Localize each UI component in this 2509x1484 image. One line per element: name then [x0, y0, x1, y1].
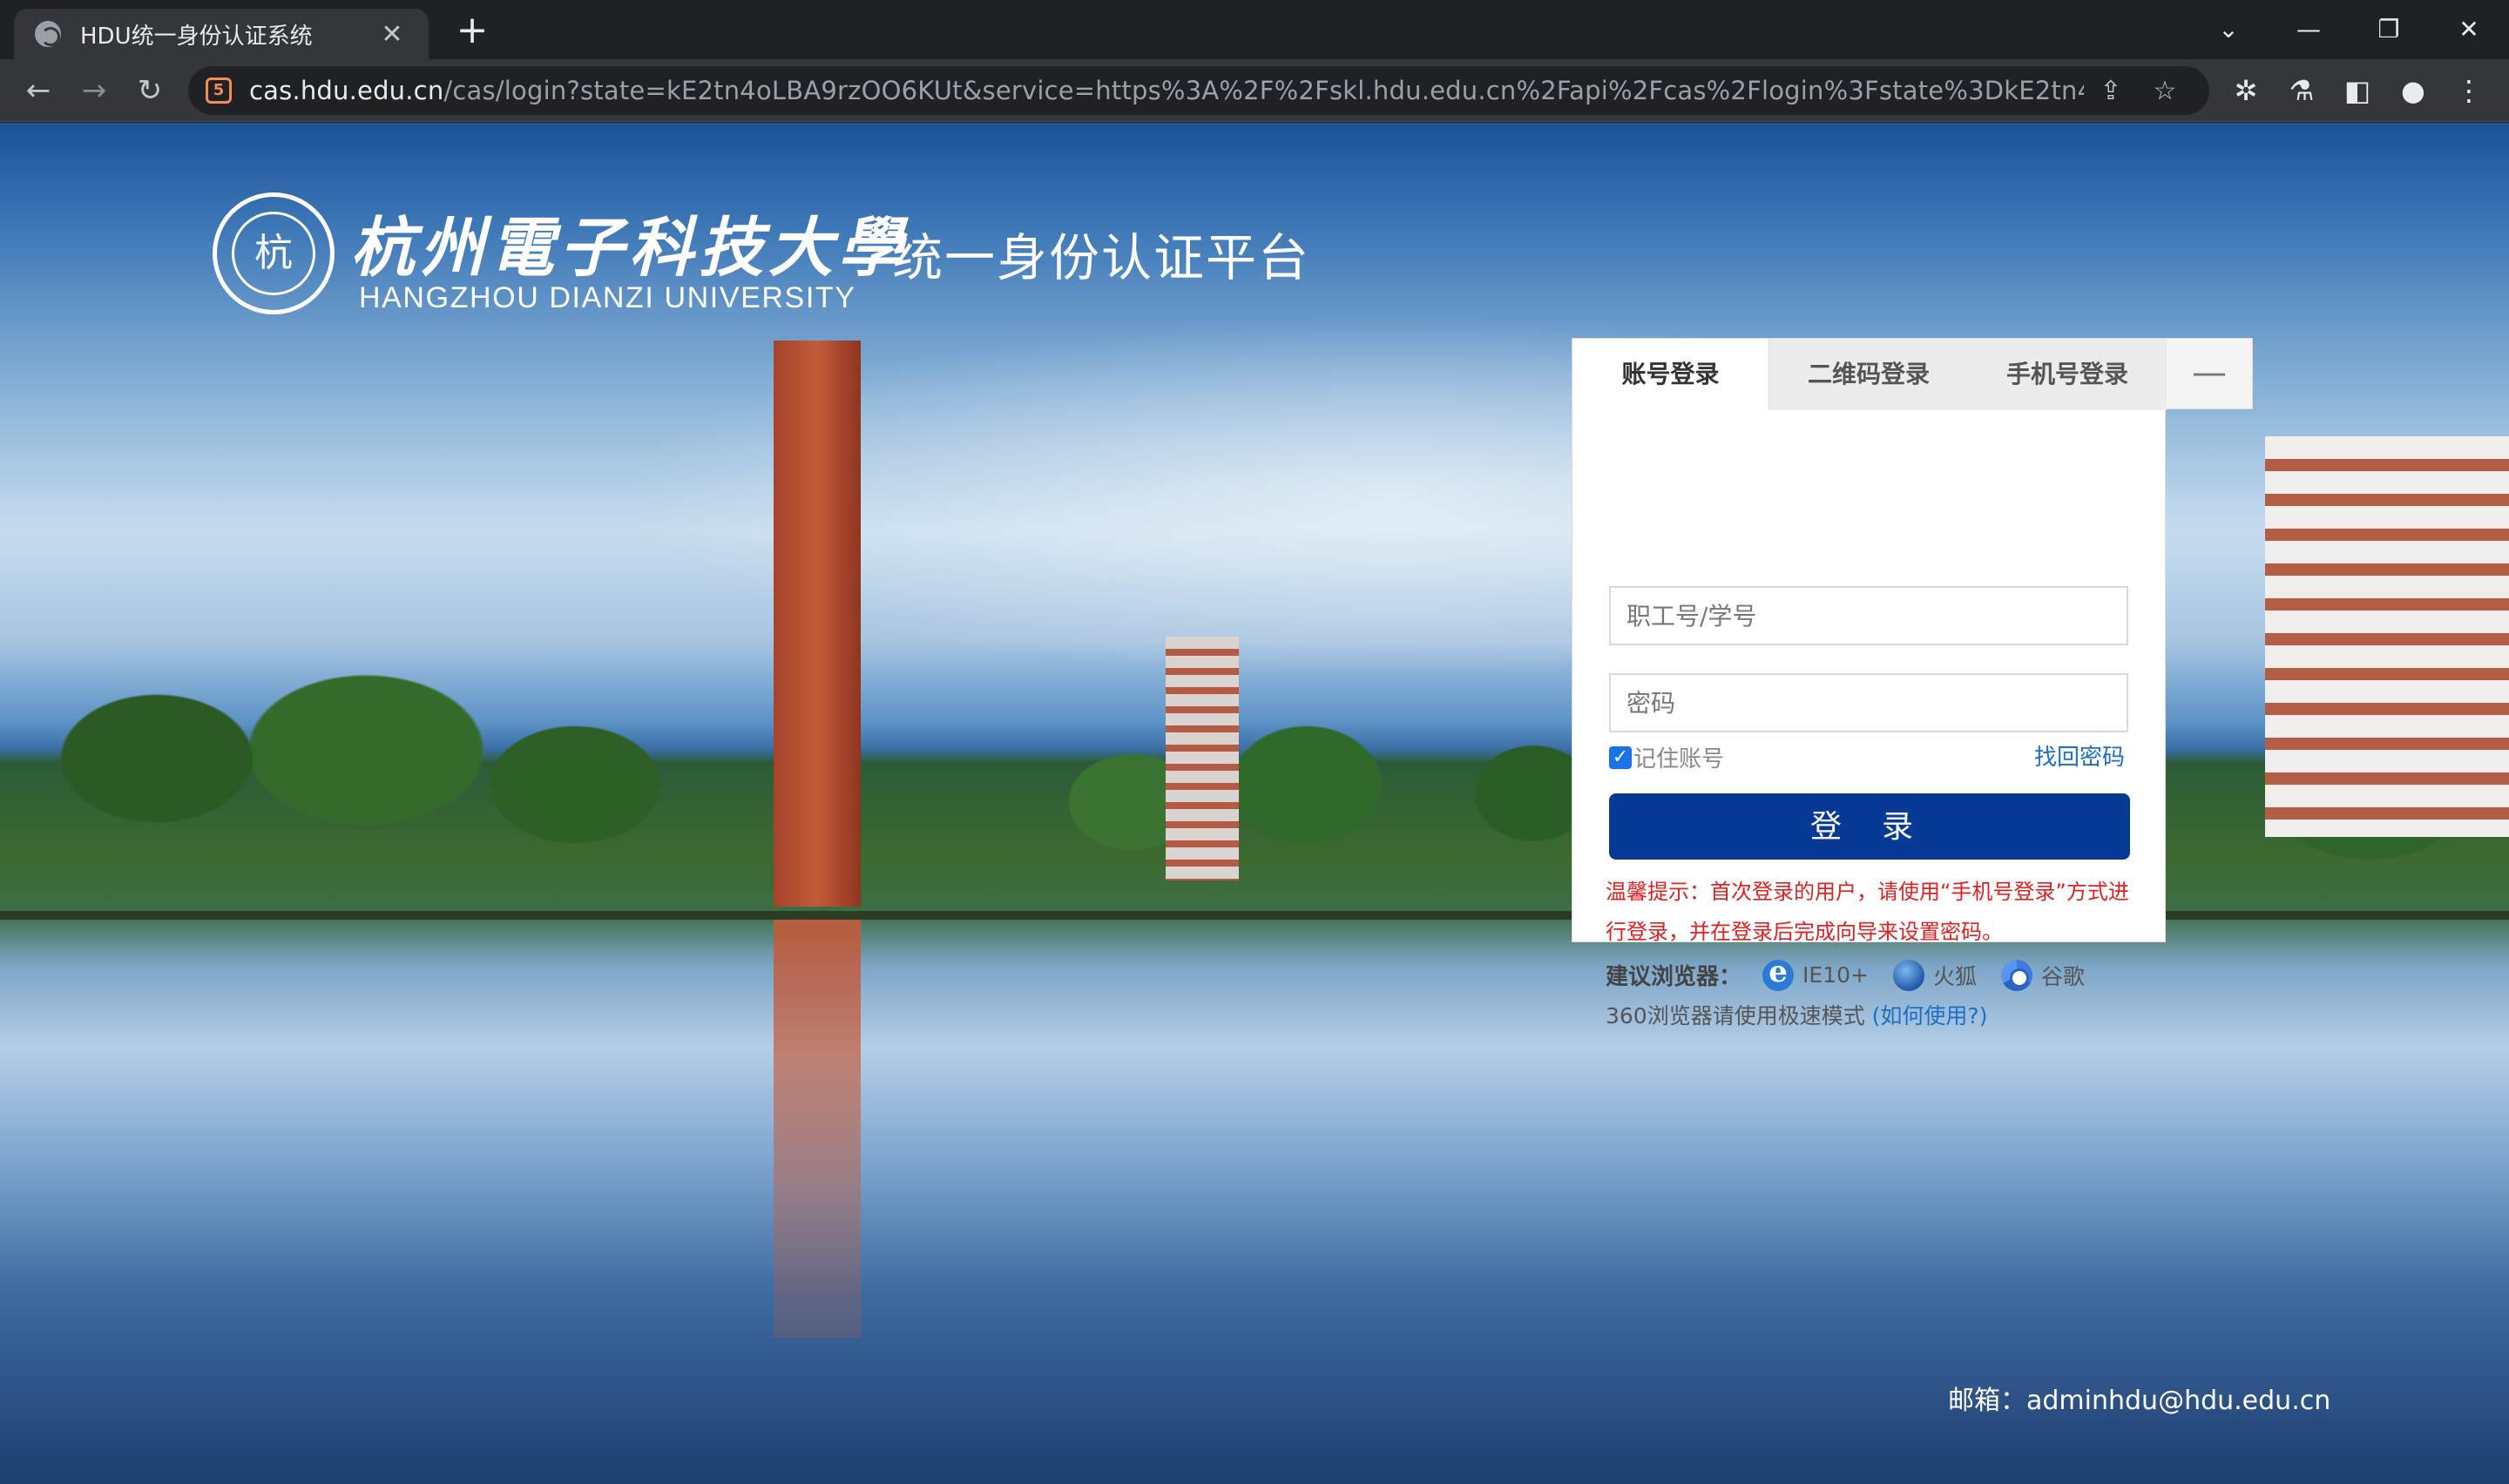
restore-button[interactable]: ❐ [2354, 5, 2424, 54]
browser-chrome: 谷歌 [2040, 963, 2085, 989]
seal-center: 杭 [232, 212, 315, 295]
campus-building [1166, 637, 1239, 880]
forward-button[interactable]: → [71, 68, 117, 113]
tab-account-login[interactable]: 账号登录 [1572, 339, 1769, 410]
hint-360-text: 360浏览器请使用极速模式 [1606, 1003, 1872, 1029]
remember-account[interactable]: ✓ 记住账号 [1609, 741, 1724, 773]
globe-icon [35, 21, 61, 47]
puzzle-icon[interactable]: ✲ [2220, 68, 2272, 113]
university-name-cn: 杭州電子科技大學 [350, 211, 908, 286]
browser-ie: IE10+ [1802, 962, 1869, 988]
browser-tab[interactable]: HDU统一身份认证系统 ✕ [14, 9, 429, 59]
tab-search-chevron-icon[interactable]: ⌄ [2194, 5, 2263, 54]
contact-email: 邮箱：adminhdu@hdu.edu.cn [1948, 1386, 2331, 1416]
remember-checkbox[interactable]: ✓ [1609, 745, 1632, 769]
ie-icon [1762, 954, 1795, 991]
reload-button[interactable]: ↻ [127, 68, 172, 113]
back-button[interactable]: ← [16, 68, 61, 113]
platform-title: 统一身份认证平台 [892, 228, 1311, 287]
remember-label: 记住账号 [1633, 746, 1725, 772]
forgot-password-link[interactable]: 找回密码 [2034, 739, 2125, 772]
login-notice: 温馨提示：首次登录的用户，请使用“手机号登录”方式进行登录，并在登录后完成向导来… [1606, 880, 2129, 944]
campus-building-right [2265, 436, 2509, 837]
login-card: 账号登录 二维码登录 手机号登录 ✓ 记住账号 找回密码 登 录 温馨提示：首次… [1572, 338, 2167, 1029]
star-icon[interactable]: ☆ [2138, 76, 2192, 106]
menu-icon[interactable]: ⋮ [2443, 68, 2495, 113]
browser-toolbar: ← → ↻ 5 cas.hdu.edu.cn/cas/login?state=k… [0, 59, 2509, 122]
site-info-icon[interactable]: 5 [206, 78, 232, 104]
chrome-icon [2000, 959, 2032, 991]
hint-360: 360浏览器请使用极速模式 (如何使用?) [1606, 999, 1987, 1030]
share-icon[interactable]: ⇪ [2084, 76, 2138, 106]
how-to-use-link[interactable]: (如何使用?) [1872, 1003, 1988, 1029]
campus-tower [774, 341, 861, 907]
login-button[interactable]: 登 录 [1609, 793, 2130, 860]
minimize-button[interactable]: — [2274, 5, 2343, 54]
flask-icon[interactable]: ⚗ [2276, 68, 2328, 113]
tab-phone-login[interactable]: 手机号登录 [1968, 339, 2167, 410]
sidepanel-icon[interactable]: ◧ [2331, 68, 2384, 113]
tab-strip: HDU统一身份认证系统 ✕ + ⌄ — ❐ ✕ [0, 0, 2509, 59]
profile-icon[interactable]: ● [2387, 68, 2439, 113]
address-bar[interactable]: 5 cas.hdu.edu.cn/cas/login?state=kE2tn4o… [188, 66, 2209, 115]
firefox-icon [1892, 959, 1924, 991]
tower-reflection [774, 920, 861, 1338]
university-name-en: HANGZHOU DIANZI UNIVERSITY [359, 281, 856, 314]
university-seal-logo: 杭 [213, 192, 335, 314]
url-host: cas.hdu.edu.cn [249, 76, 444, 105]
tab-title: HDU统一身份认证系统 [80, 23, 313, 50]
browsers-label: 建议浏览器： [1606, 964, 1742, 990]
tab-qrcode-login[interactable]: 二维码登录 [1769, 339, 1968, 410]
tab-close-icon[interactable]: ✕ [376, 19, 408, 50]
password-input[interactable] [1609, 673, 2128, 732]
username-input[interactable] [1609, 586, 2128, 645]
url-path: /cas/login?state=kE2tn4oLBA9rzOO6KUt&ser… [443, 76, 2084, 105]
login-tabs: 账号登录 二维码登录 手机号登录 [1572, 339, 2167, 410]
new-tab-button[interactable]: + [450, 9, 495, 54]
collapse-button[interactable]: — [2166, 338, 2253, 409]
recommended-browsers: 建议浏览器： IE10+ 火狐 谷歌 [1606, 954, 2102, 991]
url-text[interactable]: cas.hdu.edu.cn/cas/login?state=kE2tn4oLB… [249, 76, 2084, 105]
browser-firefox: 火狐 [1932, 963, 1977, 989]
close-window-button[interactable]: ✕ [2434, 5, 2504, 54]
